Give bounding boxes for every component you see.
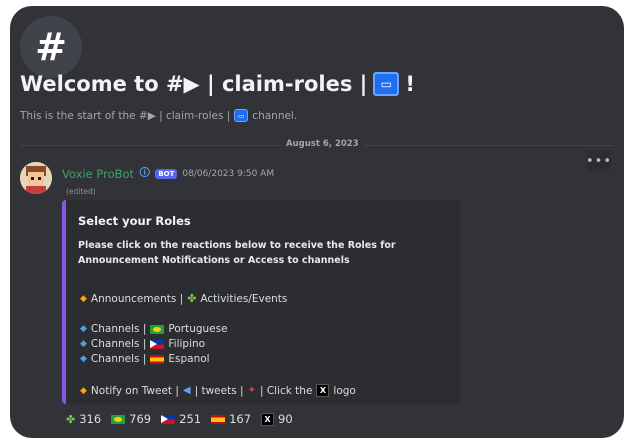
reaction-spain-flag[interactable]: 167	[211, 412, 251, 426]
channel-filipino-line: ◆ Channels | Filipino	[80, 338, 206, 350]
id-card-emoji-icon: ▭	[373, 72, 400, 96]
embed-title: Select your Roles	[78, 214, 191, 228]
channel-espanol-line: ◆ Channels | Espanol	[80, 353, 210, 365]
x-logo-icon: X	[261, 412, 275, 426]
channel-portuguese-line: ◆ Channels | Portuguese	[80, 323, 228, 335]
id-card-emoji-icon: ▭	[234, 109, 249, 122]
orange-diamond-icon: ◆	[80, 385, 87, 396]
discord-channel-window: # Welcome to #▶ | claim-roles | ▭ ! This…	[10, 6, 624, 438]
message-header: Voxie ProBot 🛈 BOT 08/06/2023 9:50 AM	[62, 164, 274, 183]
embed-description: Please click on the reactions below to r…	[78, 240, 396, 266]
reaction-x-logo[interactable]: X 90	[261, 412, 293, 426]
reaction-philippines-flag[interactable]: 251	[161, 412, 201, 426]
roles-embed: Select your Roles Please click on the re…	[62, 200, 460, 404]
notify-tweet-line: ◆ Notify on Tweet | ◀ | tweets | ✦ | Cli…	[80, 384, 356, 397]
ellipsis-icon: •••	[586, 153, 613, 169]
date-divider-label: August 6, 2023	[280, 139, 365, 149]
spain-flag-icon	[150, 354, 165, 364]
megaphone-icon: ◀	[182, 385, 191, 396]
more-options-button[interactable]: •••	[586, 151, 613, 171]
message-timestamp: 08/06/2023 9:50 AM	[182, 168, 275, 179]
blue-diamond-icon: ◆	[80, 324, 87, 334]
x-logo-icon: X	[316, 384, 330, 397]
orange-diamond-icon: ◆	[80, 293, 87, 304]
username[interactable]: Voxie ProBot	[62, 167, 134, 181]
brazil-flag-icon	[150, 324, 165, 334]
philippines-flag-icon	[150, 339, 165, 349]
welcome-heading: Welcome to #▶ | claim-roles | ▭ !	[20, 72, 415, 96]
avatar-face-icon	[20, 162, 52, 194]
puzzle-icon: ✤	[66, 412, 76, 426]
verified-badge-icon: 🛈	[139, 166, 151, 179]
brazil-flag-icon	[111, 414, 126, 424]
bot-tag: BOT	[155, 168, 178, 179]
blue-diamond-icon: ◆	[80, 339, 87, 349]
reaction-brazil-flag[interactable]: 769	[111, 412, 151, 426]
blue-diamond-icon: ◆	[80, 354, 87, 364]
reactions-bar: ✤ 316 769 251 167 X 90	[66, 412, 293, 426]
announcements-line: ◆ Announcements | ✤ Activities/Events	[80, 292, 288, 305]
edited-label: (edited)	[66, 187, 96, 196]
red-bird-icon: ✦	[247, 385, 256, 396]
channel-start-text: This is the start of the #▶ | claim-role…	[20, 109, 298, 122]
channel-hash-icon: #	[20, 16, 82, 78]
puzzle-icon: ✤	[187, 292, 197, 305]
avatar[interactable]	[20, 162, 52, 194]
philippines-flag-icon	[161, 414, 176, 424]
reaction-puzzle[interactable]: ✤ 316	[66, 412, 101, 426]
spain-flag-icon	[211, 414, 226, 424]
